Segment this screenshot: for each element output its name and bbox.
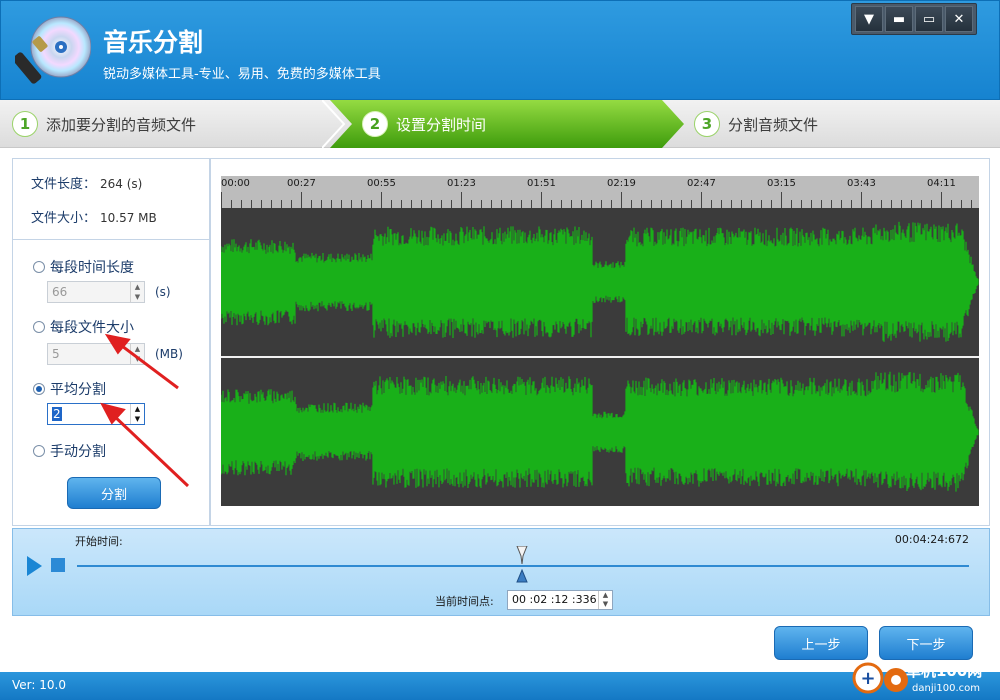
- watermark-url: danji100.com: [912, 683, 980, 694]
- stepper-arrows-icon[interactable]: ▲▼: [598, 591, 612, 609]
- current-time-label: 当前时间点:: [435, 595, 494, 608]
- annotation-arrow: [117, 341, 179, 390]
- annotation-arrow: [110, 412, 190, 488]
- current-time-value: 00 :02 :12 :336: [512, 593, 597, 606]
- next-button[interactable]: 下一步: [879, 626, 973, 660]
- start-time-label: 开始时间:: [75, 535, 123, 548]
- annotation-arrowhead: [100, 402, 126, 425]
- play-icon[interactable]: [27, 556, 42, 576]
- playback-bar: 开始时间: 00:04:24:672 当前时间点: 00 :02 :12 :33…: [12, 528, 990, 616]
- current-time-field[interactable]: 00 :02 :12 :336 ▲ ▼: [507, 590, 613, 610]
- svg-text:+: +: [860, 668, 875, 689]
- watermark-text: 单机100网: [906, 662, 983, 680]
- total-time: 00:04:24:672: [894, 533, 969, 546]
- version-text: Ver: 10.0: [12, 678, 66, 692]
- playhead-handle[interactable]: [516, 546, 528, 586]
- prev-button[interactable]: 上一步: [774, 626, 868, 660]
- stop-icon[interactable]: [51, 558, 65, 572]
- status-bar: Ver: 10.0: [0, 672, 1000, 700]
